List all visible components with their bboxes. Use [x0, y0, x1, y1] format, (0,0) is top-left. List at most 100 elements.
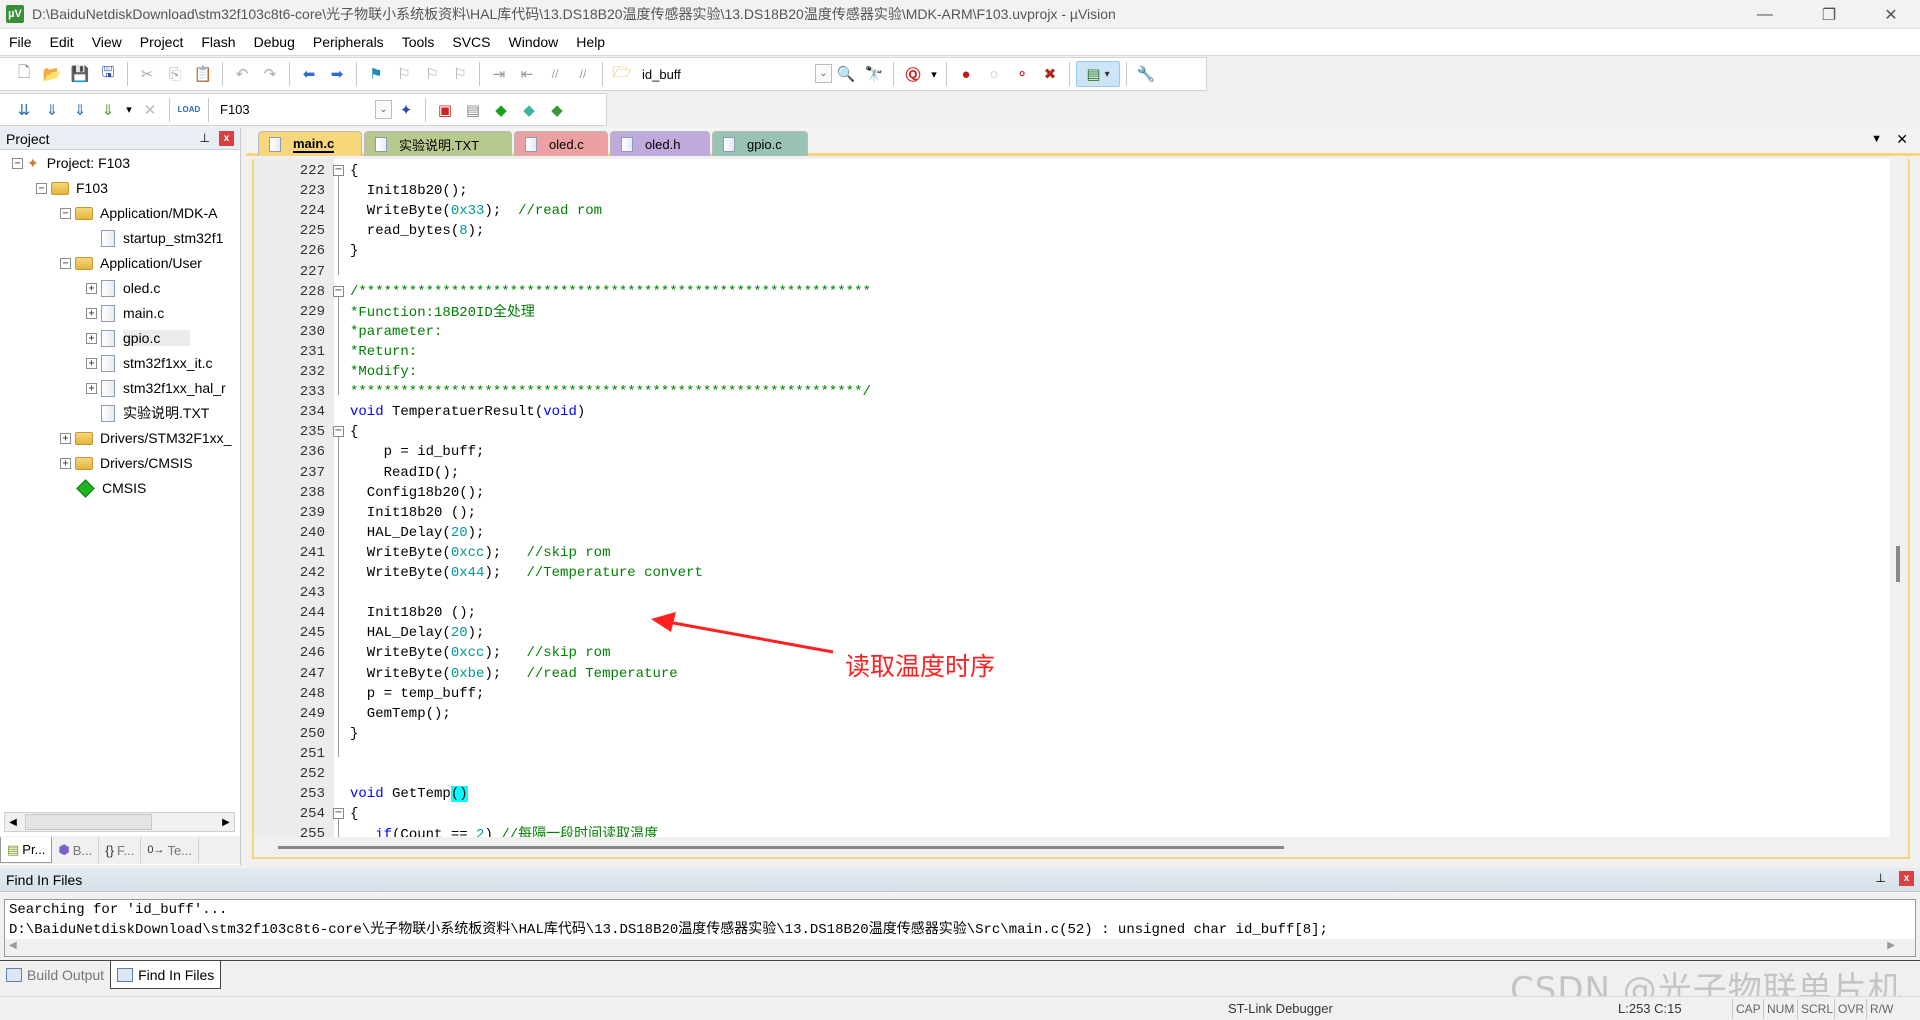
batch-build-button[interactable]: ⇓: [95, 97, 121, 123]
undo-button[interactable]: ↶: [229, 61, 255, 87]
configure-button[interactable]: 🔧: [1133, 61, 1159, 87]
code-line[interactable]: 235−{: [254, 422, 1854, 442]
save-button[interactable]: 💾: [67, 61, 93, 87]
code-line[interactable]: 251: [254, 744, 1854, 764]
expand-icon[interactable]: +: [86, 332, 97, 344]
project-horizontal-scrollbar[interactable]: ◀ ▶: [4, 812, 235, 832]
translate-button[interactable]: ⇊: [11, 97, 37, 123]
code-line[interactable]: 226}: [254, 241, 1854, 261]
close-panel-button[interactable]: x: [219, 131, 234, 146]
pin-icon[interactable]: ⊥: [200, 131, 210, 145]
pack-installer-button[interactable]: ◆: [544, 97, 570, 123]
scroll-left-arrow-icon[interactable]: ◀: [5, 817, 21, 828]
vertical-scrollbar[interactable]: [1890, 159, 1908, 837]
menu-flash[interactable]: Flash: [192, 29, 244, 56]
editor-tab[interactable]: main.c: [258, 131, 362, 156]
cut-button[interactable]: ✂: [134, 61, 160, 87]
tab-list-dropdown-icon[interactable]: ▼: [1871, 133, 1882, 145]
open-file-button[interactable]: 📂: [39, 61, 65, 87]
tab-build-output[interactable]: Build Output: [0, 961, 110, 989]
menu-project[interactable]: Project: [131, 29, 193, 56]
code-line[interactable]: 231 *Return:: [254, 342, 1854, 362]
expand-icon[interactable]: +: [86, 307, 97, 319]
indent-button[interactable]: ⇥: [486, 61, 512, 87]
select-software-packs-button[interactable]: ◆: [516, 97, 542, 123]
code-line[interactable]: 244 Init18b20 ();: [254, 603, 1854, 623]
editor-tab[interactable]: oled.c: [514, 131, 608, 156]
chevron-down-icon[interactable]: ⌄: [375, 99, 392, 119]
tree-item[interactable]: startup_stm32f1: [86, 227, 223, 249]
code-line[interactable]: 245 HAL_Delay(20);: [254, 623, 1854, 643]
tree-item[interactable]: + Drivers/STM32F1xx_: [60, 427, 231, 449]
build-button[interactable]: ⇓: [39, 97, 65, 123]
batch-build-dropdown-icon[interactable]: ▾: [123, 97, 135, 123]
close-editor-tab-icon[interactable]: ✕: [1896, 131, 1908, 148]
code-line[interactable]: 227: [254, 262, 1854, 282]
scrollbar-thumb[interactable]: [25, 814, 152, 830]
collapse-icon[interactable]: −: [60, 207, 71, 219]
tab-find-in-files[interactable]: Find In Files: [110, 961, 222, 989]
manage-project-items-button[interactable]: ▣: [432, 97, 458, 123]
find-output-line[interactable]: Searching for 'id_buff'...: [5, 900, 1915, 920]
kill-all-breakpoints-button[interactable]: ✖: [1037, 61, 1063, 87]
find-result-line[interactable]: D:\BaiduNetdiskDownload\stm32f103c8t6-co…: [5, 920, 1915, 940]
target-options-button[interactable]: ✦: [393, 97, 419, 123]
tree-item[interactable]: + stm32f1xx_hal_r: [86, 377, 226, 399]
search-combo[interactable]: id_buff ⌄: [636, 62, 832, 86]
start-debug-button[interactable]: Ⓠ: [900, 61, 926, 87]
download-button[interactable]: LOAD: [176, 97, 202, 123]
disable-all-breakpoints-button[interactable]: ⚬: [1009, 61, 1035, 87]
find-button[interactable]: 🔍: [833, 61, 859, 87]
code-line[interactable]: 249 GemTemp();: [254, 704, 1854, 724]
insert-breakpoint-button[interactable]: ●: [953, 61, 979, 87]
scroll-left-arrow-icon[interactable]: ◀: [9, 940, 17, 951]
find-horizontal-scrollbar[interactable]: ◀ ▶: [4, 939, 1916, 957]
vertical-scrollbar-thumb[interactable]: [1896, 546, 1900, 582]
debug-dropdown-icon[interactable]: ▾: [928, 61, 940, 87]
incremental-find-button[interactable]: 🔭: [861, 61, 887, 87]
scroll-right-arrow-icon[interactable]: ▶: [218, 817, 234, 828]
code-line[interactable]: 234 void TemperatuerResult(void): [254, 402, 1854, 422]
code-line[interactable]: 246 WriteByte(0xcc); //skip rom: [254, 643, 1854, 663]
menu-view[interactable]: View: [83, 29, 131, 56]
tree-item[interactable]: 实验说明.TXT: [86, 402, 209, 424]
editor-tab[interactable]: oled.h: [610, 131, 710, 156]
window-layout-button[interactable]: ▤ ▾: [1076, 61, 1120, 87]
tree-item[interactable]: + stm32f1xx_it.c: [86, 352, 212, 374]
code-line[interactable]: 254−{: [254, 804, 1854, 824]
code-line[interactable]: 232 *Modify:: [254, 362, 1854, 382]
fold-collapse-icon[interactable]: −: [333, 808, 344, 820]
target-select[interactable]: F103 ⌄: [214, 98, 392, 122]
enable-disable-breakpoint-button[interactable]: ○: [981, 61, 1007, 87]
chevron-down-icon[interactable]: ⌄: [815, 64, 832, 83]
code-editor[interactable]: 222−{223 Init18b20(); 224 WriteByte(0x33)…: [252, 159, 1910, 859]
menu-help[interactable]: Help: [567, 29, 614, 56]
menu-edit[interactable]: Edit: [41, 29, 83, 56]
code-line[interactable]: 236 p = id_buff;: [254, 442, 1854, 462]
scroll-right-arrow-icon[interactable]: ▶: [1887, 940, 1895, 951]
code-line[interactable]: 243: [254, 583, 1854, 603]
code-line[interactable]: 239 Init18b20 ();: [254, 503, 1854, 523]
menu-file[interactable]: File: [0, 29, 41, 56]
minimize-button[interactable]: —: [1736, 0, 1794, 29]
code-line[interactable]: 241 WriteByte(0xcc); //skip rom: [254, 543, 1854, 563]
clear-bookmarks-button[interactable]: ⚐: [447, 61, 473, 87]
previous-bookmark-button[interactable]: ⚐: [391, 61, 417, 87]
collapse-icon[interactable]: −: [12, 157, 23, 169]
unindent-button[interactable]: ⇤: [514, 61, 540, 87]
code-line[interactable]: 229 *Function:18B20ID全处理: [254, 302, 1854, 322]
menu-svcs[interactable]: SVCS: [443, 29, 499, 56]
fold-collapse-icon[interactable]: −: [333, 165, 344, 176]
maximize-button[interactable]: ❐: [1800, 0, 1858, 29]
find-in-files-button[interactable]: 🗁: [609, 61, 635, 87]
code-line[interactable]: 237 ReadID();: [254, 463, 1854, 483]
horizontal-scrollbar-thumb[interactable]: [278, 846, 1284, 849]
fold-collapse-icon[interactable]: −: [333, 285, 344, 297]
tree-item[interactable]: − Application/User: [60, 252, 202, 274]
next-bookmark-button[interactable]: ⚐: [419, 61, 445, 87]
uncomment-button[interactable]: //: [570, 61, 596, 87]
expand-icon[interactable]: +: [60, 432, 71, 444]
navigate-back-button[interactable]: ⬅: [296, 61, 322, 87]
menu-peripherals[interactable]: Peripherals: [304, 29, 393, 56]
paste-button[interactable]: 📋: [190, 61, 216, 87]
